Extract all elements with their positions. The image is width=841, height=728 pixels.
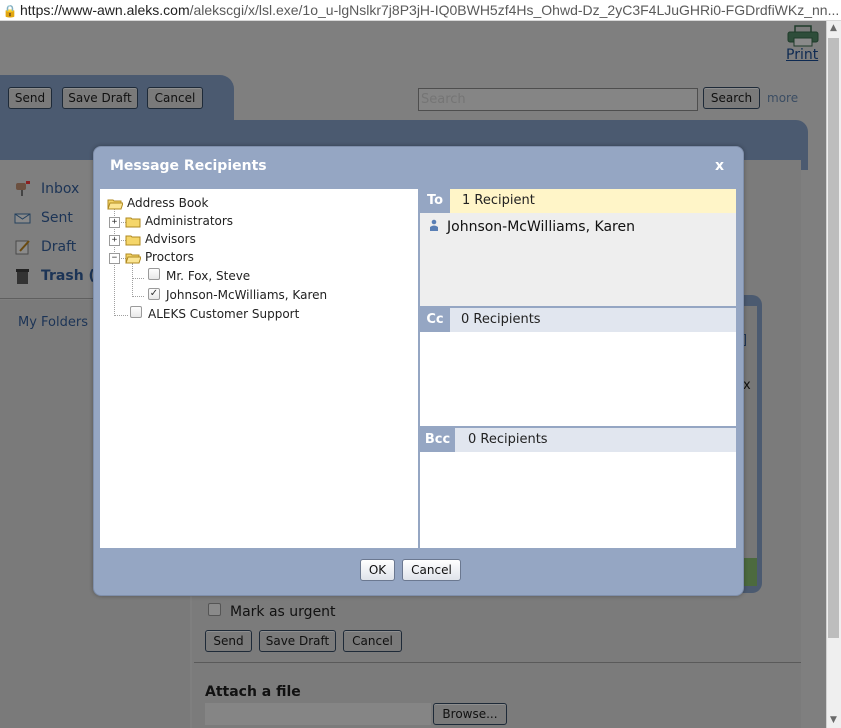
bcc-count: 0 Recipients bbox=[468, 432, 548, 447]
tree-node-advisors[interactable]: Advisors bbox=[145, 232, 196, 246]
to-section-header: To 1 Recipient bbox=[420, 189, 736, 213]
tree-line bbox=[114, 315, 128, 316]
nav-my-folders[interactable]: My Folders bbox=[18, 315, 88, 330]
to-tag: To bbox=[420, 189, 450, 213]
more-link[interactable]: more bbox=[767, 91, 798, 105]
printer-icon[interactable] bbox=[786, 25, 820, 47]
cc-count: 0 Recipients bbox=[461, 312, 541, 327]
folder-icon bbox=[125, 235, 141, 246]
cc-tag: Cc bbox=[420, 308, 450, 332]
bcc-tag: Bcc bbox=[420, 428, 455, 452]
save-draft-button[interactable]: Save Draft bbox=[62, 87, 138, 109]
tree-node-administrators[interactable]: Administrators bbox=[145, 214, 233, 228]
browse-button[interactable]: Browse... bbox=[433, 703, 507, 725]
compose-green-area bbox=[742, 558, 757, 586]
stub-x: x bbox=[743, 378, 751, 393]
bcc-section-header: Bcc 0 Recipients bbox=[420, 428, 736, 452]
compose-save-draft-button[interactable]: Save Draft bbox=[259, 630, 336, 652]
lock-icon: 🔒 bbox=[2, 4, 18, 18]
person-icon bbox=[430, 219, 438, 231]
folder-icon bbox=[125, 217, 141, 228]
dialog-cancel-button[interactable]: Cancel bbox=[402, 559, 461, 581]
tree-node-address-book[interactable]: Address Book bbox=[127, 196, 208, 210]
tree-node-proctor-johnson[interactable]: Johnson-McWilliams, Karen bbox=[166, 288, 327, 302]
nav-sent[interactable]: Sent bbox=[41, 210, 73, 226]
trash-icon bbox=[16, 269, 29, 284]
tree-node-proctor-fox[interactable]: Mr. Fox, Steve bbox=[166, 269, 250, 283]
cc-section-header: Cc 0 Recipients bbox=[420, 308, 736, 332]
recipient-checkbox[interactable] bbox=[148, 268, 160, 280]
draft-icon bbox=[15, 240, 30, 255]
tree-node-customer-support[interactable]: ALEKS Customer Support bbox=[148, 307, 299, 321]
compose-send-button[interactable]: Send bbox=[205, 630, 252, 652]
attach-file-input[interactable] bbox=[205, 703, 431, 725]
compose-divider bbox=[194, 662, 801, 663]
tree-node-proctors[interactable]: Proctors bbox=[145, 250, 194, 264]
expand-icon[interactable]: + bbox=[109, 235, 120, 246]
ok-button[interactable]: OK bbox=[360, 559, 395, 581]
search-input[interactable] bbox=[418, 88, 698, 111]
dialog-close-button[interactable]: x bbox=[715, 158, 724, 174]
nav-trash[interactable]: Trash ( bbox=[41, 268, 95, 284]
cancel-button[interactable]: Cancel bbox=[147, 87, 203, 109]
dialog-title: Message Recipients bbox=[110, 158, 267, 174]
mailbox-icon bbox=[16, 181, 30, 196]
send-button[interactable]: Send bbox=[8, 87, 52, 109]
address-bar[interactable]: 🔒 https://www-awn.aleks.com/alekscgi/x/ls… bbox=[0, 0, 841, 21]
expand-icon[interactable]: + bbox=[109, 217, 120, 228]
nav-draft[interactable]: Draft bbox=[41, 239, 76, 255]
recipient-checkbox-checked[interactable]: ✓ bbox=[148, 288, 160, 300]
tree-line bbox=[132, 278, 144, 279]
nav-inbox[interactable]: Inbox bbox=[41, 181, 79, 197]
cc-recipient-list[interactable] bbox=[420, 332, 736, 426]
compose-form-inner bbox=[742, 306, 757, 586]
to-recipient-item[interactable]: Johnson-McWilliams, Karen bbox=[447, 219, 635, 235]
compose-cancel-button[interactable]: Cancel bbox=[343, 630, 402, 652]
scroll-up-icon[interactable]: ▲ bbox=[826, 21, 841, 36]
folder-open-icon bbox=[125, 253, 141, 264]
scroll-down-icon[interactable]: ▼ bbox=[826, 713, 841, 728]
tree-line bbox=[132, 263, 133, 297]
collapse-icon[interactable]: − bbox=[109, 253, 120, 264]
attach-file-label: Attach a file bbox=[205, 684, 301, 700]
folder-open-icon bbox=[107, 199, 123, 210]
search-button[interactable]: Search bbox=[703, 87, 760, 109]
url-path: /alekscgi/x/lsl.exe/1o_u-lgNslkr7j8P3jH-… bbox=[189, 2, 840, 18]
bcc-recipient-list[interactable] bbox=[420, 452, 736, 548]
recipient-checkbox[interactable] bbox=[130, 306, 142, 318]
urgent-label: Mark as urgent bbox=[230, 604, 336, 620]
scrollbar-thumb[interactable] bbox=[828, 38, 839, 638]
print-link[interactable]: Print bbox=[786, 47, 818, 63]
urgent-checkbox[interactable] bbox=[208, 603, 221, 616]
to-count: 1 Recipient bbox=[462, 193, 535, 208]
url-host: https://www-awn.aleks.com bbox=[20, 2, 190, 18]
tree-line bbox=[132, 296, 144, 297]
sent-icon bbox=[14, 213, 31, 224]
